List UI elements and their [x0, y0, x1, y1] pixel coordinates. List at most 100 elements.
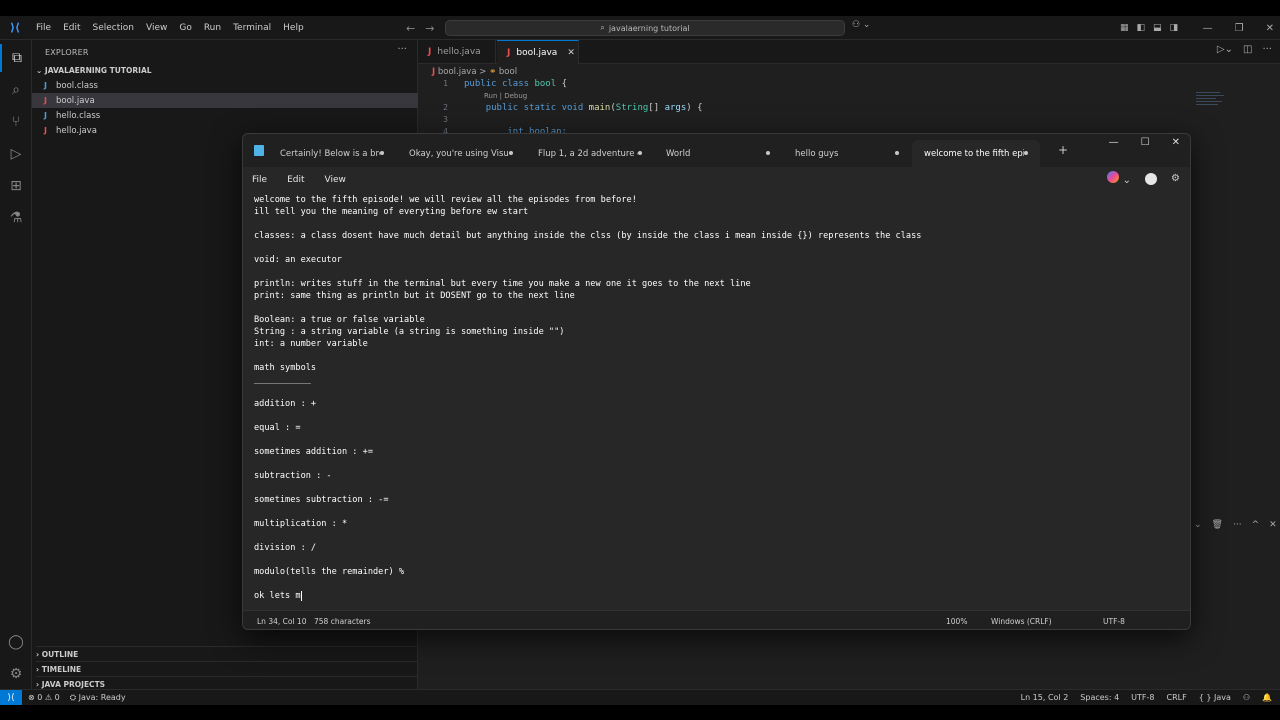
customize-layout-icon[interactable]: ▦: [1120, 23, 1129, 33]
more-icon[interactable]: ···: [1262, 44, 1272, 55]
notepad-window: Certainly! Below is a breakdown Okay, yo…: [242, 133, 1191, 630]
toggle-secondary-sidebar-icon[interactable]: ◨: [1170, 23, 1179, 33]
notifications-bell-icon[interactable]: 🔔: [1262, 693, 1272, 702]
java-file-icon: J: [44, 126, 47, 135]
run-icon[interactable]: ▷⌄: [1217, 44, 1233, 55]
remote-icon[interactable]: ⟩⟨: [0, 689, 22, 705]
tab-hello-java[interactable]: J hello.java: [418, 40, 496, 64]
text-line: [254, 458, 1179, 470]
unsaved-dot-icon[interactable]: [380, 151, 384, 155]
file-item[interactable]: J hello.class: [32, 108, 418, 123]
notepad-menu-view[interactable]: View: [325, 175, 346, 185]
problems-status[interactable]: ⊗ 0 ⚠ 0: [28, 693, 60, 703]
timeline-section[interactable]: › TIMELINE: [36, 661, 418, 675]
section-label: OUTLINE: [41, 650, 79, 659]
more-icon[interactable]: ···: [1233, 520, 1242, 530]
text-line: ___________: [254, 375, 311, 385]
notepad-tab[interactable]: Okay, you're using Visual Studio: [397, 140, 525, 167]
notepad-tab[interactable]: Flup 1, a 2d adventure game: [526, 140, 654, 167]
explorer-icon[interactable]: ⧉: [0, 44, 32, 72]
keyword: void: [561, 103, 584, 113]
encoding[interactable]: UTF-8: [1131, 693, 1154, 702]
unsaved-dot-icon[interactable]: [895, 151, 899, 155]
cursor-position[interactable]: Ln 15, Col 2: [1021, 693, 1069, 702]
maximize-icon[interactable]: ☐: [1141, 137, 1150, 148]
tab-title: Certainly! Below is a breakdown: [280, 148, 380, 159]
keyword: class: [501, 79, 530, 89]
unsaved-dot-icon[interactable]: [766, 151, 770, 155]
settings-gear-icon[interactable]: ⚙: [0, 660, 32, 688]
toggle-panel-icon[interactable]: ⬓: [1153, 23, 1162, 33]
close-tab-icon[interactable]: ✕: [567, 48, 575, 58]
close-window-icon[interactable]: ✕: [1172, 137, 1180, 148]
copilot-menu-icon[interactable]: ⚇ ⌄: [852, 20, 870, 30]
menu-go[interactable]: Go: [173, 16, 197, 40]
notepad-menu-file[interactable]: File: [252, 175, 267, 185]
source-control-icon[interactable]: ⑂: [0, 108, 32, 136]
split-editor-icon[interactable]: ◫: [1243, 44, 1252, 55]
java-projects-section[interactable]: › JAVA PROJECTS: [36, 676, 418, 690]
language-mode[interactable]: { } Java: [1199, 693, 1231, 702]
tab-bool-java[interactable]: J bool.java ✕: [497, 40, 579, 64]
menu-edit[interactable]: Edit: [57, 16, 86, 40]
minimap[interactable]: [1196, 92, 1226, 112]
unsaved-dot-icon[interactable]: [638, 151, 642, 155]
explorer-title: EXPLORER: [45, 48, 89, 57]
copilot-icon[interactable]: ⌄: [1107, 171, 1131, 186]
outline-section[interactable]: › OUTLINE: [36, 646, 418, 660]
line-ending[interactable]: Windows (CRLF): [991, 617, 1052, 626]
forward-arrow-icon[interactable]: →: [425, 22, 434, 35]
menu-terminal[interactable]: Terminal: [227, 16, 277, 40]
close-window-icon[interactable]: ✕: [1266, 23, 1274, 34]
testing-icon[interactable]: ⚗: [0, 204, 32, 232]
notepad-app-icon: [254, 145, 264, 156]
file-item-selected[interactable]: J bool.java: [32, 93, 418, 108]
zoom-level[interactable]: 100%: [946, 617, 967, 626]
menu-help[interactable]: Help: [277, 16, 310, 40]
menu-view[interactable]: View: [140, 16, 173, 40]
notepad-tab[interactable]: hello guys: [783, 140, 911, 167]
breadcrumb-symbol[interactable]: bool: [499, 67, 517, 77]
close-panel-icon[interactable]: ✕: [1269, 520, 1277, 530]
back-arrow-icon[interactable]: ←: [406, 22, 415, 35]
chevron-down-icon[interactable]: ⌄: [1194, 520, 1202, 530]
minimize-icon[interactable]: —: [1109, 137, 1119, 148]
search-icon: ⌕: [600, 23, 605, 32]
restore-icon[interactable]: ❐: [1235, 23, 1244, 34]
command-center-search[interactable]: ⌕ javalaerning tutorial: [445, 20, 845, 36]
unsaved-dot-icon[interactable]: [509, 151, 513, 155]
menu-selection[interactable]: Selection: [87, 16, 140, 40]
java-class-icon: J: [44, 81, 47, 90]
more-actions-icon[interactable]: ···: [397, 44, 407, 55]
minimize-icon[interactable]: —: [1203, 23, 1213, 34]
toggle-sidebar-icon[interactable]: ◧: [1137, 23, 1146, 33]
end-of-line[interactable]: CRLF: [1166, 693, 1186, 702]
notepad-tab[interactable]: World: [654, 140, 782, 167]
menu-file[interactable]: File: [30, 16, 57, 40]
indentation[interactable]: Spaces: 4: [1080, 693, 1119, 702]
encoding[interactable]: UTF-8: [1103, 617, 1125, 626]
maximize-panel-icon[interactable]: ^: [1252, 520, 1260, 530]
code-editor[interactable]: 1 public class bool { Run | Debug 2 publ…: [418, 78, 1198, 138]
notepad-menu-edit[interactable]: Edit: [287, 175, 304, 185]
workspace-folder[interactable]: ⌄ JAVALAERNING TUTORIAL: [36, 66, 152, 75]
tab-label: bool.java: [516, 47, 558, 58]
notepad-text-area[interactable]: welcome to the fifth episode! we will re…: [254, 194, 1179, 604]
trash-icon[interactable]: 🗑: [1212, 520, 1223, 530]
file-item[interactable]: J bool.class: [32, 78, 418, 93]
new-tab-plus-icon[interactable]: +: [1058, 143, 1068, 157]
settings-gear-icon[interactable]: ⚙: [1171, 173, 1180, 184]
account-avatar-icon[interactable]: [1145, 172, 1158, 185]
run-debug-icon[interactable]: ▷: [0, 140, 32, 168]
copilot-status-icon[interactable]: ⚇: [1243, 693, 1250, 702]
unsaved-dot-icon[interactable]: [1024, 151, 1028, 155]
extensions-icon[interactable]: ⊞: [0, 172, 32, 200]
notepad-tab[interactable]: Certainly! Below is a breakdown: [268, 140, 396, 167]
java-status[interactable]: ⛭ Java: Ready: [70, 693, 126, 703]
codelens-run-debug[interactable]: Run | Debug: [484, 92, 527, 100]
menu-run[interactable]: Run: [198, 16, 227, 40]
breadcrumb-file[interactable]: bool.java: [438, 67, 477, 77]
search-view-icon[interactable]: ⌕: [0, 76, 32, 104]
notepad-tab-active[interactable]: welcome to the fifth episode: [912, 140, 1040, 167]
account-icon[interactable]: ◯: [0, 628, 32, 656]
